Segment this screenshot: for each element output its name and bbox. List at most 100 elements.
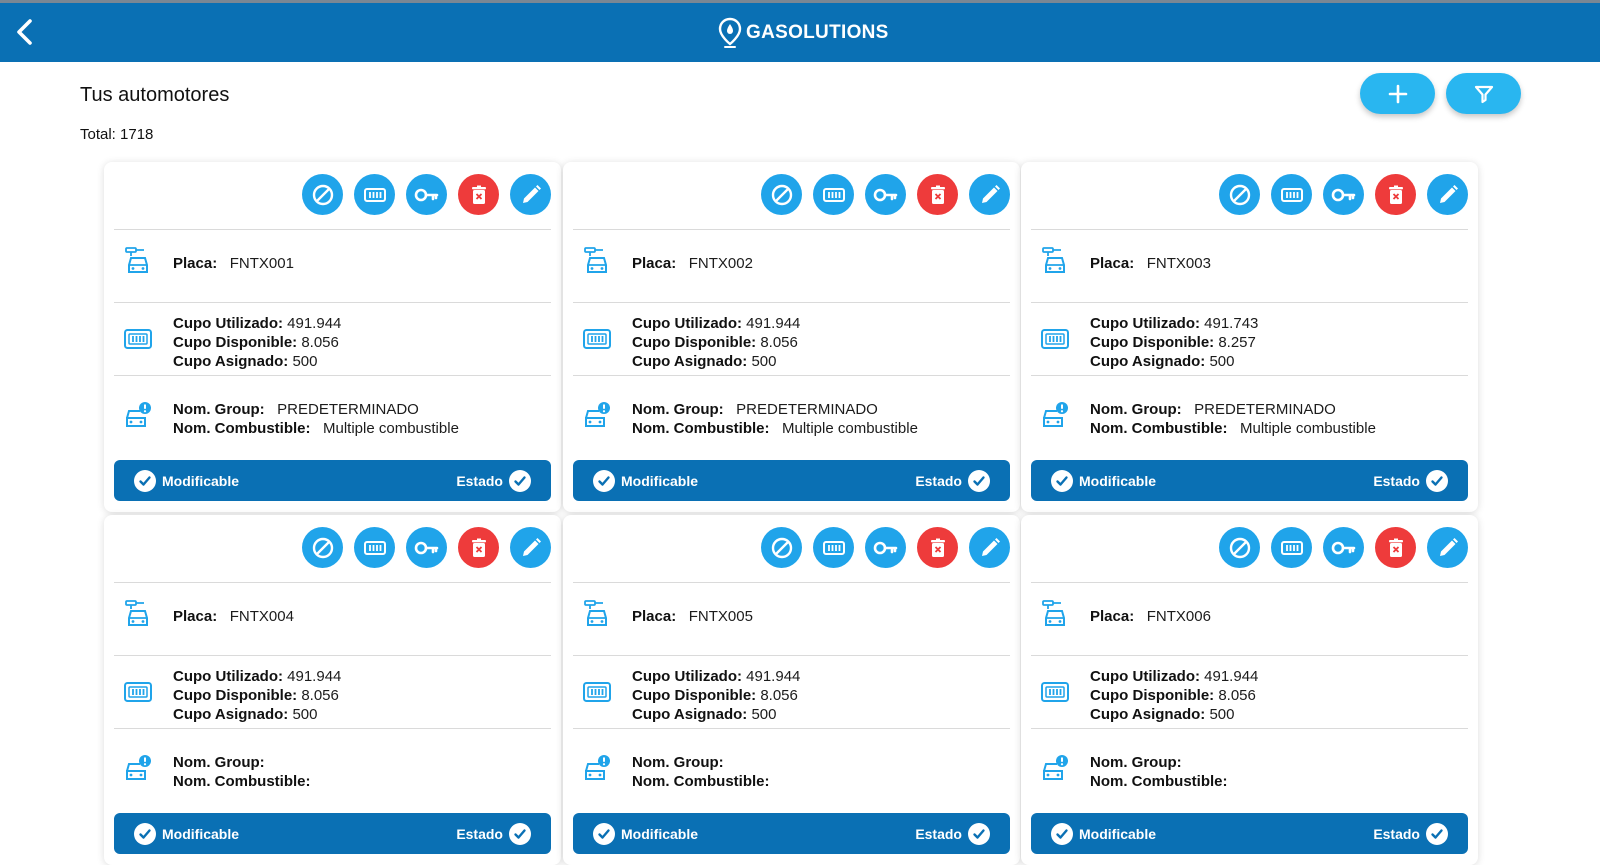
modifiable-toggle[interactable]: Modificable bbox=[134, 469, 239, 492]
key-button[interactable] bbox=[865, 527, 906, 568]
quota-used-value: 491.944 bbox=[746, 315, 801, 332]
vehicle-card-fntx004: Placa: FNTX004 Cupo Utilizado: 491.944 C… bbox=[104, 515, 561, 865]
quota-assigned-label: Cupo Asignado: bbox=[173, 706, 289, 723]
status-toggle[interactable]: Estado bbox=[456, 822, 531, 845]
check-circle-icon bbox=[593, 469, 615, 492]
fuel-field: Nom. Combustible: bbox=[1090, 772, 1240, 791]
vehicle-plate-icon bbox=[125, 600, 148, 626]
card-actions bbox=[761, 527, 1010, 568]
vehicle-card-fntx001: Placa: FNTX001 Cupo Utilizado: 491.944 C… bbox=[104, 162, 561, 512]
quota-button[interactable] bbox=[1271, 527, 1312, 568]
quota-available-label: Cupo Disponible: bbox=[632, 687, 757, 704]
quota-available-field: Cupo Disponible: 8.056 bbox=[1090, 686, 1256, 705]
key-button[interactable] bbox=[1323, 527, 1364, 568]
status-toggle[interactable]: Estado bbox=[915, 469, 990, 492]
status-toggle[interactable]: Estado bbox=[1373, 822, 1448, 845]
disable-button[interactable] bbox=[1219, 174, 1260, 215]
vehicle-card-fntx003: Placa: FNTX003 Cupo Utilizado: 491.743 C… bbox=[1021, 162, 1478, 512]
quota-used-value: 491.944 bbox=[1204, 668, 1259, 685]
fuel-label: Nom. Combustible: bbox=[632, 420, 770, 437]
quota-assigned-field: Cupo Asignado: 500 bbox=[173, 705, 317, 724]
disable-button[interactable] bbox=[761, 174, 802, 215]
status-label: Estado bbox=[915, 825, 962, 842]
quota-assigned-value: 500 bbox=[1209, 353, 1235, 370]
disable-button[interactable] bbox=[761, 527, 802, 568]
divider bbox=[114, 582, 551, 583]
quota-available-value: 8.056 bbox=[1218, 687, 1256, 704]
edit-button[interactable] bbox=[510, 174, 551, 215]
quota-used-field: Cupo Utilizado: 491.944 bbox=[173, 314, 341, 333]
trash-icon bbox=[930, 538, 945, 557]
modifiable-toggle[interactable]: Modificable bbox=[1051, 822, 1156, 845]
edit-button[interactable] bbox=[969, 174, 1010, 215]
vehicle-alert-icon bbox=[126, 755, 151, 780]
disable-button[interactable] bbox=[1219, 527, 1260, 568]
plate-label: Placa: bbox=[173, 608, 218, 625]
delete-button[interactable] bbox=[1375, 527, 1416, 568]
block-icon bbox=[771, 184, 792, 205]
divider bbox=[573, 582, 1010, 583]
status-toggle[interactable]: Estado bbox=[915, 822, 990, 845]
quota-assigned-label: Cupo Asignado: bbox=[632, 353, 748, 370]
add-vehicle-button[interactable] bbox=[1360, 73, 1435, 114]
filter-button[interactable] bbox=[1446, 73, 1521, 114]
quota-available-field: Cupo Disponible: 8.056 bbox=[173, 686, 339, 705]
modifiable-toggle[interactable]: Modificable bbox=[593, 822, 698, 845]
vehicle-plate-icon bbox=[584, 247, 607, 273]
key-button[interactable] bbox=[865, 174, 906, 215]
edit-button[interactable] bbox=[510, 527, 551, 568]
edit-button[interactable] bbox=[1427, 174, 1468, 215]
group-field: Nom. Group: PREDETERMINADO bbox=[1090, 400, 1336, 419]
status-toggle[interactable]: Estado bbox=[456, 469, 531, 492]
disable-button[interactable] bbox=[302, 174, 343, 215]
modifiable-toggle[interactable]: Modificable bbox=[1051, 469, 1156, 492]
key-icon bbox=[414, 188, 438, 201]
quota-available-value: 8.056 bbox=[760, 687, 798, 704]
vehicle-alert-icon bbox=[1043, 402, 1068, 427]
quota-available-label: Cupo Disponible: bbox=[632, 334, 757, 351]
delete-button[interactable] bbox=[458, 527, 499, 568]
counter-icon bbox=[1041, 682, 1069, 702]
quota-used-field: Cupo Utilizado: 491.944 bbox=[173, 667, 341, 686]
modifiable-toggle[interactable]: Modificable bbox=[134, 822, 239, 845]
back-button[interactable] bbox=[10, 17, 40, 47]
quota-available-value: 8.257 bbox=[1218, 334, 1256, 351]
key-button[interactable] bbox=[406, 174, 447, 215]
plate-label: Placa: bbox=[632, 255, 677, 272]
delete-button[interactable] bbox=[917, 174, 958, 215]
quota-assigned-value: 500 bbox=[292, 706, 318, 723]
quota-assigned-field: Cupo Asignado: 500 bbox=[173, 352, 317, 371]
app-header: GASOLUTIONS bbox=[0, 0, 1600, 62]
group-label: Nom. Group: bbox=[1090, 754, 1182, 771]
plate-value: FNTX003 bbox=[1146, 255, 1211, 272]
quota-button[interactable] bbox=[1271, 174, 1312, 215]
modifiable-toggle[interactable]: Modificable bbox=[593, 469, 698, 492]
status-toggle[interactable]: Estado bbox=[1373, 469, 1448, 492]
key-button[interactable] bbox=[406, 527, 447, 568]
plate-value: FNTX002 bbox=[688, 255, 753, 272]
counter-icon bbox=[583, 682, 611, 702]
key-button[interactable] bbox=[1323, 174, 1364, 215]
quota-used-field: Cupo Utilizado: 491.944 bbox=[632, 314, 800, 333]
edit-button[interactable] bbox=[1427, 527, 1468, 568]
block-icon bbox=[312, 184, 333, 205]
quota-button[interactable] bbox=[813, 174, 854, 215]
vehicle-plate-icon bbox=[1042, 247, 1065, 273]
fuel-field: Nom. Combustible: Multiple combustible bbox=[632, 419, 918, 438]
group-label: Nom. Group: bbox=[173, 754, 265, 771]
card-actions bbox=[761, 174, 1010, 215]
quota-button[interactable] bbox=[354, 174, 395, 215]
quota-used-field: Cupo Utilizado: 491.743 bbox=[1090, 314, 1258, 333]
delete-button[interactable] bbox=[458, 174, 499, 215]
delete-button[interactable] bbox=[1375, 174, 1416, 215]
quota-available-value: 8.056 bbox=[301, 334, 339, 351]
group-value: PREDETERMINADO bbox=[277, 401, 419, 418]
status-label: Estado bbox=[456, 472, 503, 489]
edit-button[interactable] bbox=[969, 527, 1010, 568]
delete-button[interactable] bbox=[917, 527, 958, 568]
check-circle-icon bbox=[968, 469, 990, 492]
quota-button[interactable] bbox=[354, 527, 395, 568]
plus-icon bbox=[1388, 84, 1407, 103]
disable-button[interactable] bbox=[302, 527, 343, 568]
quota-button[interactable] bbox=[813, 527, 854, 568]
